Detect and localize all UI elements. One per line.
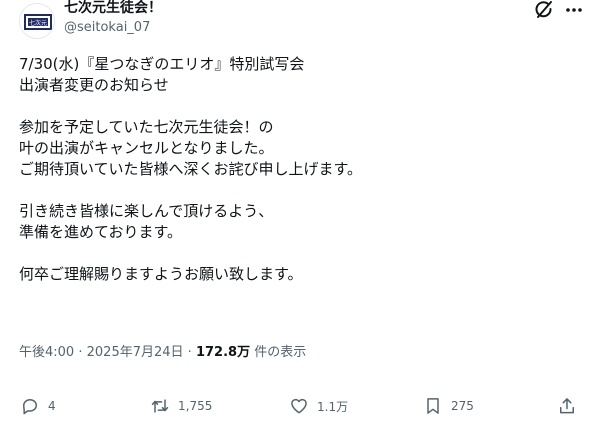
tweet-line-gap [19, 180, 579, 201]
like-count: 1.1万 [317, 399, 349, 414]
reply-icon [23, 399, 37, 415]
avatar-text: 七次元 [29, 19, 47, 27]
tweet-line: 7/30(水)『星つなぎのエリオ』特別試写会 [19, 55, 305, 73]
repost-icon [151, 399, 169, 413]
tweet-line: 参加を予定していた七次元生徒会！の [19, 118, 274, 136]
tweet-line: 引き続き皆様に楽しんで頂けるよう、 [19, 202, 274, 220]
tweet-time[interactable]: 午後4:00 [19, 345, 74, 360]
meta-separator: · [78, 345, 83, 360]
tweet-meta: 午後4:00 · 2025年7月24日 · 172.8万 件の表示 [19, 345, 306, 361]
views-count: 172.8万 [195, 345, 251, 360]
bookmark-button[interactable]: 275 [423, 392, 474, 420]
tweet-date[interactable]: 2025年7月24日 [87, 345, 184, 360]
tweet-text: 7/30(水)『星つなぎのエリオ』特別試写会 出演者変更のお知らせ 参加を予定し… [19, 54, 579, 285]
repost-button[interactable]: 1,755 [150, 392, 212, 420]
action-bar: 4 1,755 1.1万 275 [0, 392, 591, 422]
views-label: 件の表示 [254, 345, 307, 360]
tweet-line-gap [19, 243, 579, 264]
avatar[interactable]: 七次元 [19, 3, 55, 39]
tweet-line: 出演者変更のお知らせ [19, 76, 169, 94]
meta-separator: · [187, 345, 192, 360]
reply-count: 4 [48, 399, 56, 413]
like-button[interactable]: 1.1万 [289, 392, 348, 420]
author-name[interactable]: 七次元生徒会！ [64, 0, 162, 17]
author-handle[interactable]: @seitokai_07 [64, 20, 150, 36]
more-button[interactable] [563, 0, 585, 20]
grok-icon [535, 1, 552, 18]
tweet-header: 七次元 七次元生徒会！ @seitokai_07 [0, 0, 591, 44]
tweet-line: ご期待頂いていた皆様へ深くお詫び申し上げます。 [19, 160, 363, 178]
grok-button[interactable] [533, 0, 555, 20]
avatar-logo-icon: 七次元 [20, 4, 54, 38]
tweet-line: 何卒ご理解賜りますようお願い致します。 [19, 265, 303, 283]
more-icon [566, 8, 582, 12]
tweet-line: 準備を進めております。 [19, 223, 183, 241]
reply-button[interactable]: 4 [20, 392, 56, 420]
share-button[interactable] [557, 392, 577, 420]
tweet-line-gap [19, 96, 579, 117]
like-icon [291, 398, 307, 414]
bookmark-icon [427, 398, 439, 414]
share-icon [560, 398, 574, 414]
tweet-line: 叶の出演がキャンセルとなりました。 [19, 139, 274, 157]
bookmark-count: 275 [451, 399, 474, 413]
repost-count: 1,755 [178, 399, 213, 413]
